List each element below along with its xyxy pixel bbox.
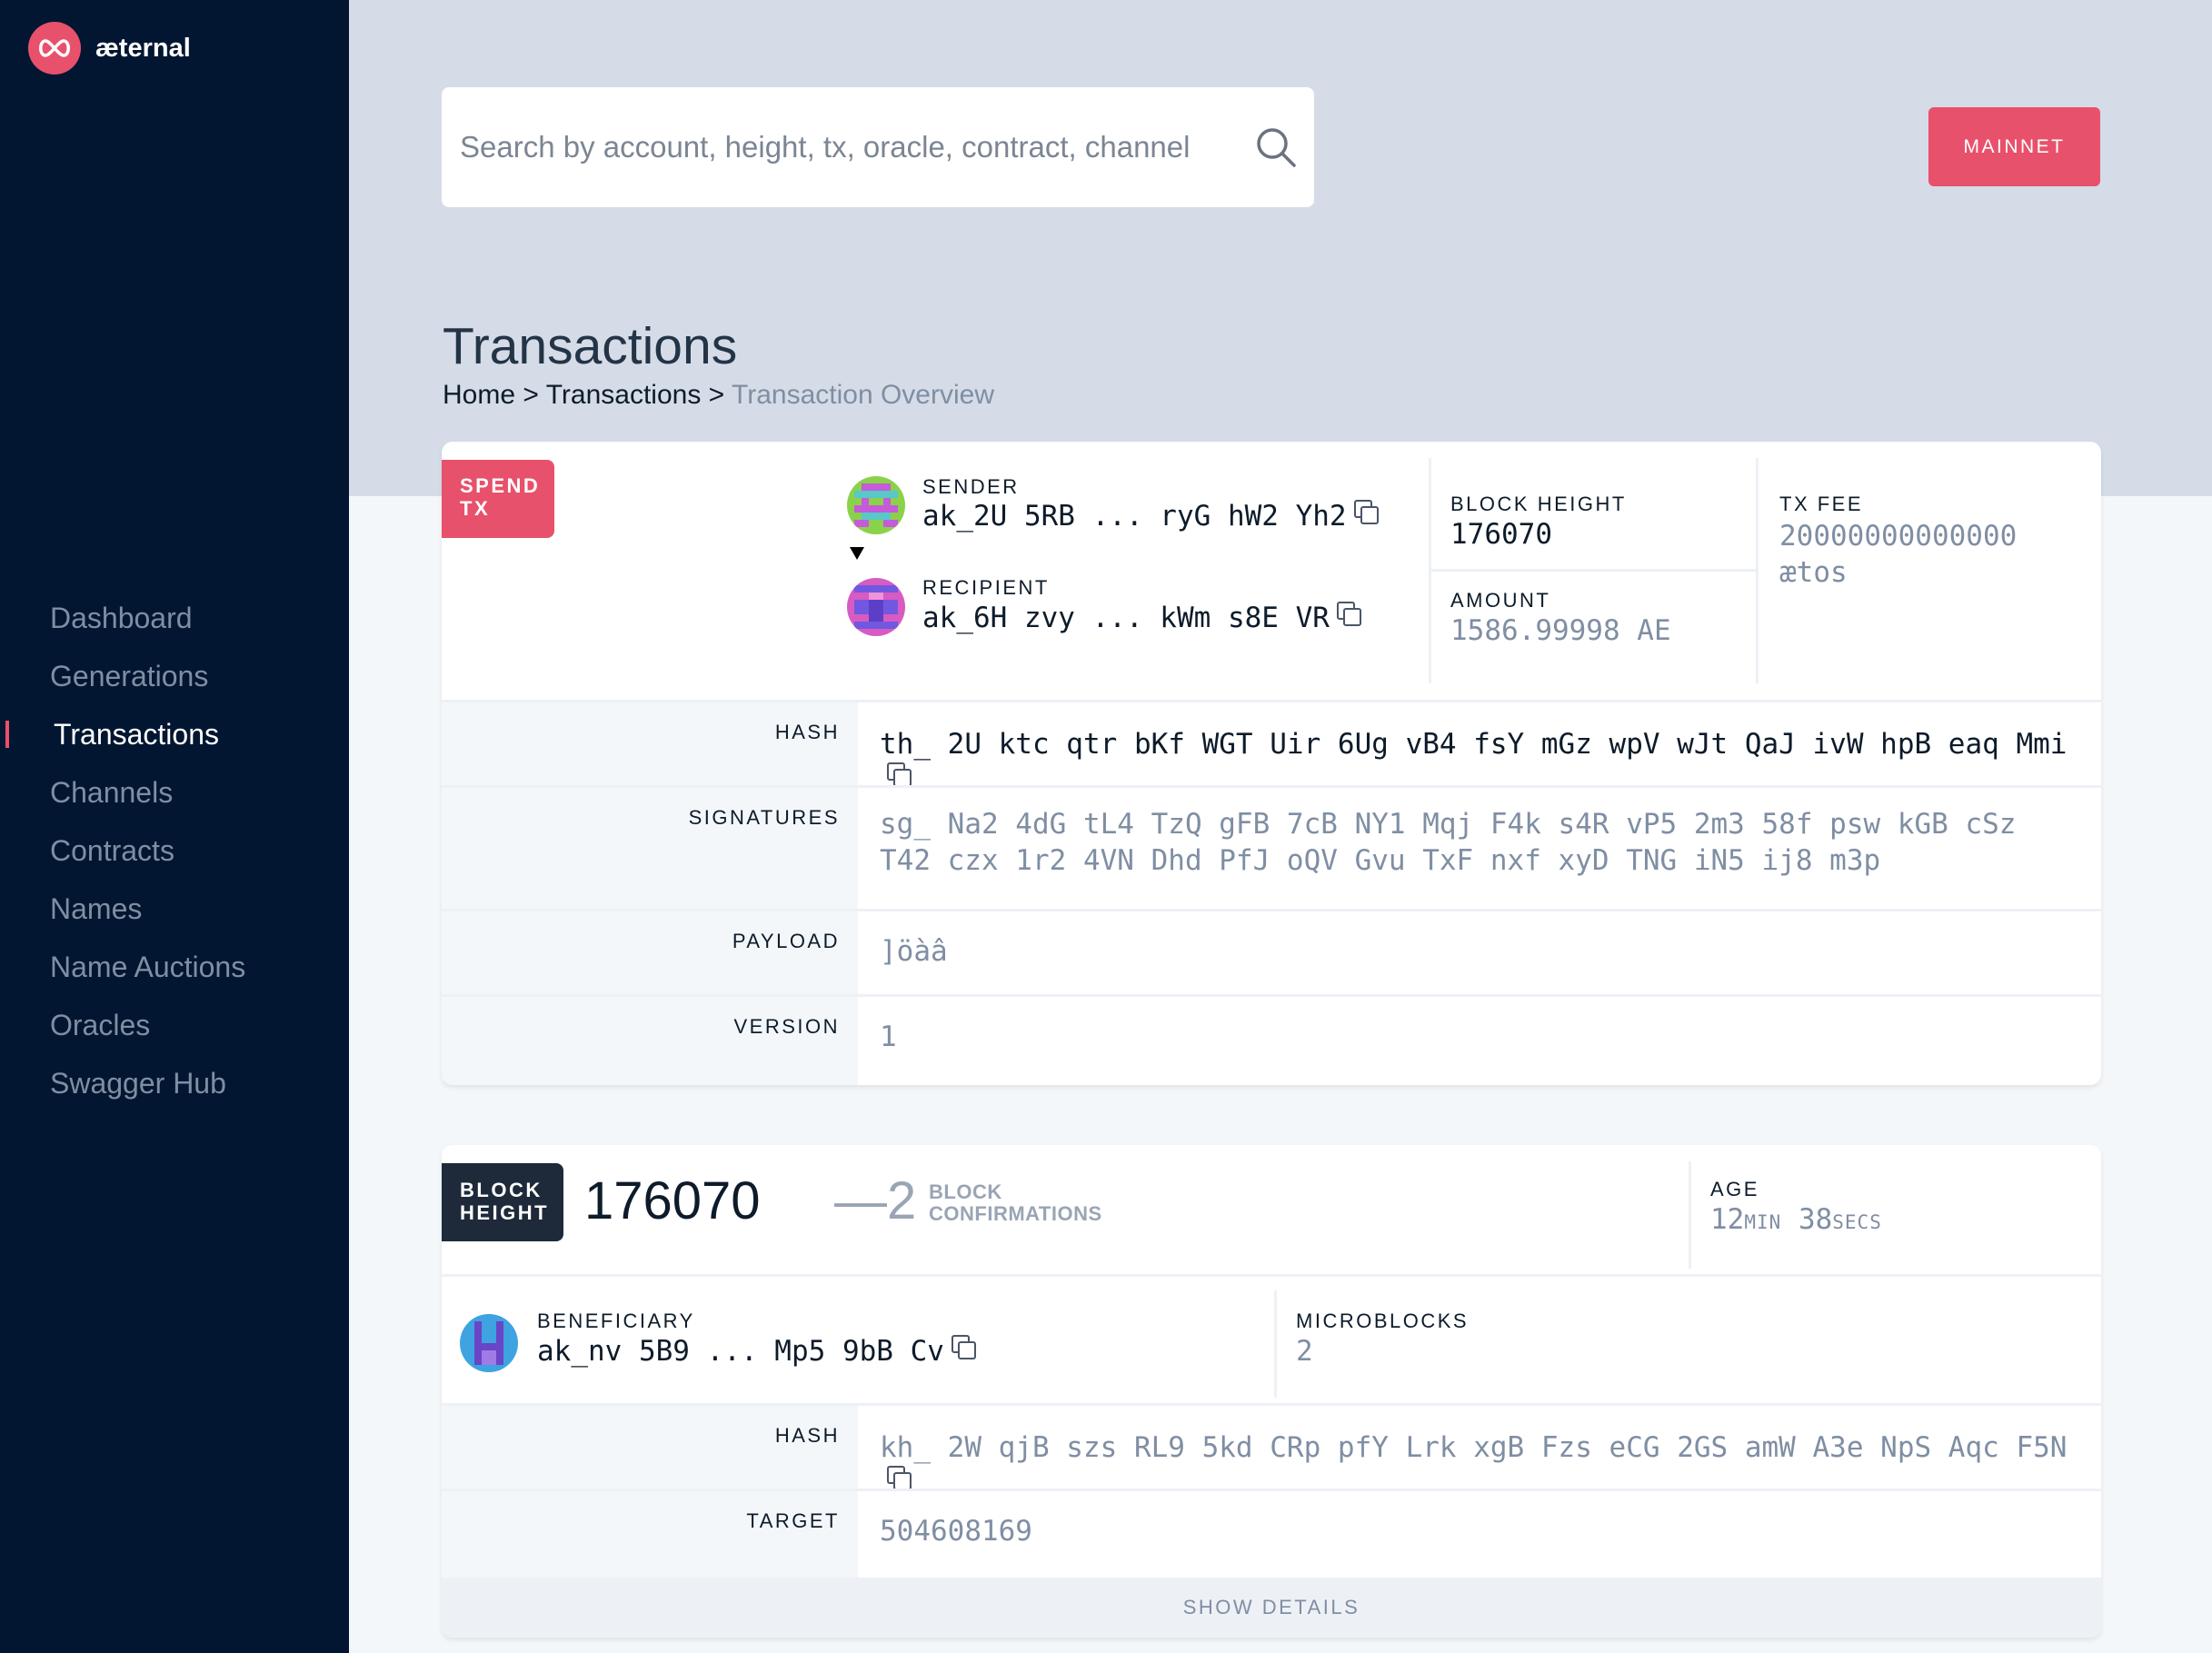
nav-item-generations[interactable]: Generations [0, 647, 349, 705]
block-hash-row: HASH kh_ 2W qjB szs RL9 5kd CRp pfY Lrk … [442, 1403, 2101, 1490]
nav-item-oracles[interactable]: Oracles [0, 996, 349, 1054]
block-height-number[interactable]: 176070 [584, 1170, 761, 1231]
target-label: TARGET [442, 1491, 858, 1578]
tx-hash-text[interactable]: th_ 2U ktc qtr bKf WGT Uir 6Ug vB4 fsY m… [880, 728, 2067, 761]
brand-name: æternal [95, 33, 191, 63]
tx-type-line1: SPEND [460, 474, 541, 497]
version-value: 1 [880, 1021, 897, 1053]
age-seconds-unit: SECS [1832, 1211, 1882, 1233]
breadcrumb-current: Transaction Overview [732, 380, 994, 410]
block-height-value[interactable]: 176070 [1450, 518, 1552, 551]
transaction-card: SPEND TX SENDER ak_2U 5RB ... ryG hW2 Yh… [442, 442, 2101, 1085]
sender-address[interactable]: ak_2U 5RB ... ryG hW2 Yh2 [922, 500, 1379, 533]
search-box [442, 87, 1314, 207]
block-height-badge: BLOCK HEIGHT [442, 1163, 563, 1241]
age-label: AGE [1710, 1178, 1759, 1200]
beneficiary-label: BENEFICIARY [537, 1309, 695, 1332]
conf-line2: CONFIRMATIONS [929, 1202, 1102, 1225]
main-content: MAINNET Transactions Home > Transactions… [349, 0, 2212, 1653]
hash-row: HASH th_ 2U ktc qtr bKf WGT Uir 6Ug vB4 … [442, 700, 2101, 787]
copy-icon[interactable] [887, 1466, 912, 1490]
payload-value: ]öàâ [880, 935, 948, 968]
tx-type-badge: SPEND TX [442, 460, 554, 538]
header-band [349, 0, 2212, 496]
sidebar: æternal Dashboard Generations Transactio… [0, 0, 349, 1653]
sender-label: SENDER [922, 475, 1020, 498]
hash-label: HASH [442, 702, 858, 785]
show-details-button[interactable]: SHOW DETAILS [442, 1578, 2101, 1638]
nav-item-names[interactable]: Names [0, 880, 349, 938]
page-title: Transactions [443, 317, 738, 375]
nav-item-swagger-hub[interactable]: Swagger Hub [0, 1054, 349, 1112]
divider [1689, 1161, 1691, 1269]
conf-line1: BLOCK [929, 1180, 1002, 1203]
age-seconds: 38 [1798, 1203, 1833, 1236]
nav-item-dashboard[interactable]: Dashboard [0, 589, 349, 647]
divider [1274, 1290, 1277, 1398]
copy-icon[interactable] [951, 1335, 976, 1359]
version-label: VERSION [442, 997, 858, 1085]
breadcrumb-home[interactable]: Home [443, 380, 515, 410]
search-icon[interactable] [1254, 125, 1298, 169]
beneficiary-address[interactable]: ak_nv 5B9 ... Mp5 9bB Cv [537, 1335, 976, 1368]
block-card: BLOCK HEIGHT 176070 —2 BLOCK CONFIRMATIO… [442, 1145, 2101, 1638]
nav-item-channels[interactable]: Channels [0, 763, 349, 822]
divider [1429, 569, 1756, 572]
sidebar-nav: Dashboard Generations Transactions Chann… [0, 589, 349, 1112]
network-switch-button[interactable]: MAINNET [1928, 107, 2100, 186]
breadcrumb-separator: > [708, 380, 725, 410]
copy-icon[interactable] [1353, 500, 1379, 524]
tx-fee-value: 20000000000000 ætos [1779, 520, 2018, 589]
copy-icon[interactable] [1336, 602, 1361, 626]
recipient-address[interactable]: ak_6H zvy ... kWm s8E VR [922, 602, 1361, 634]
breadcrumb-separator: > [523, 380, 539, 410]
payload-row: PAYLOAD ]öàâ [442, 909, 2101, 994]
version-row: VERSION 1 [442, 994, 2101, 1085]
block-hash-label: HASH [442, 1406, 858, 1489]
breadcrumb: Home > Transactions > Transaction Overvi… [443, 380, 994, 411]
microblocks-label: MICROBLOCKS [1296, 1309, 1470, 1332]
block-confirmations-label: BLOCK CONFIRMATIONS [929, 1181, 1102, 1225]
tx-fee-label: TX FEE [1779, 493, 1864, 515]
microblocks-value: 2 [1296, 1335, 1313, 1368]
breadcrumb-transactions[interactable]: Transactions [546, 380, 702, 410]
signatures-label: SIGNATURES [442, 788, 858, 909]
beneficiary-address-text[interactable]: ak_nv 5B9 ... Mp5 9bB Cv [537, 1335, 944, 1368]
payload-label: PAYLOAD [442, 911, 858, 994]
target-row: TARGET 504608169 [442, 1489, 2101, 1578]
block-hash-text[interactable]: kh_ 2W qjB szs RL9 5kd CRp pfY Lrk xgB F… [880, 1431, 2067, 1464]
copy-icon[interactable] [887, 762, 912, 787]
block-height-label: BLOCK HEIGHT [1450, 493, 1627, 515]
divider [1756, 458, 1759, 683]
block-badge-line2: HEIGHT [460, 1201, 550, 1224]
arrow-down-icon [850, 547, 864, 560]
tx-type-line2: TX [460, 497, 491, 520]
sender-address-text[interactable]: ak_2U 5RB ... ryG hW2 Yh2 [922, 500, 1347, 533]
block-badge-line1: BLOCK [460, 1179, 543, 1201]
sender-avatar [847, 476, 905, 534]
recipient-avatar [847, 578, 905, 636]
age-minutes-unit: MIN [1744, 1211, 1782, 1233]
nav-item-contracts[interactable]: Contracts [0, 822, 349, 880]
recipient-address-text[interactable]: ak_6H zvy ... kWm s8E VR [922, 602, 1330, 634]
block-confirmations-count: —2 [834, 1171, 917, 1230]
age-minutes: 12 [1710, 1203, 1745, 1236]
search-input[interactable] [460, 118, 1223, 176]
beneficiary-avatar [460, 1314, 518, 1372]
divider [442, 1274, 2101, 1277]
nav-item-transactions[interactable]: Transactions [0, 705, 349, 763]
amount-value: 1586.99998 AE [1450, 614, 1671, 647]
recipient-label: RECIPIENT [922, 576, 1050, 599]
signatures-value: sg_ Na2 4dG tL4 TzQ gFB 7cB NY1 Mqj F4k … [880, 808, 2017, 877]
infinity-logo-icon [28, 22, 81, 75]
target-value: 504608169 [880, 1515, 1032, 1548]
signatures-row: SIGNATURES sg_ Na2 4dG tL4 TzQ gFB 7cB N… [442, 785, 2101, 909]
logo[interactable]: æternal [28, 22, 191, 75]
age-value: 12MIN 38SECS [1710, 1203, 1882, 1236]
nav-item-name-auctions[interactable]: Name Auctions [0, 938, 349, 996]
amount-label: AMOUNT [1450, 589, 1551, 612]
